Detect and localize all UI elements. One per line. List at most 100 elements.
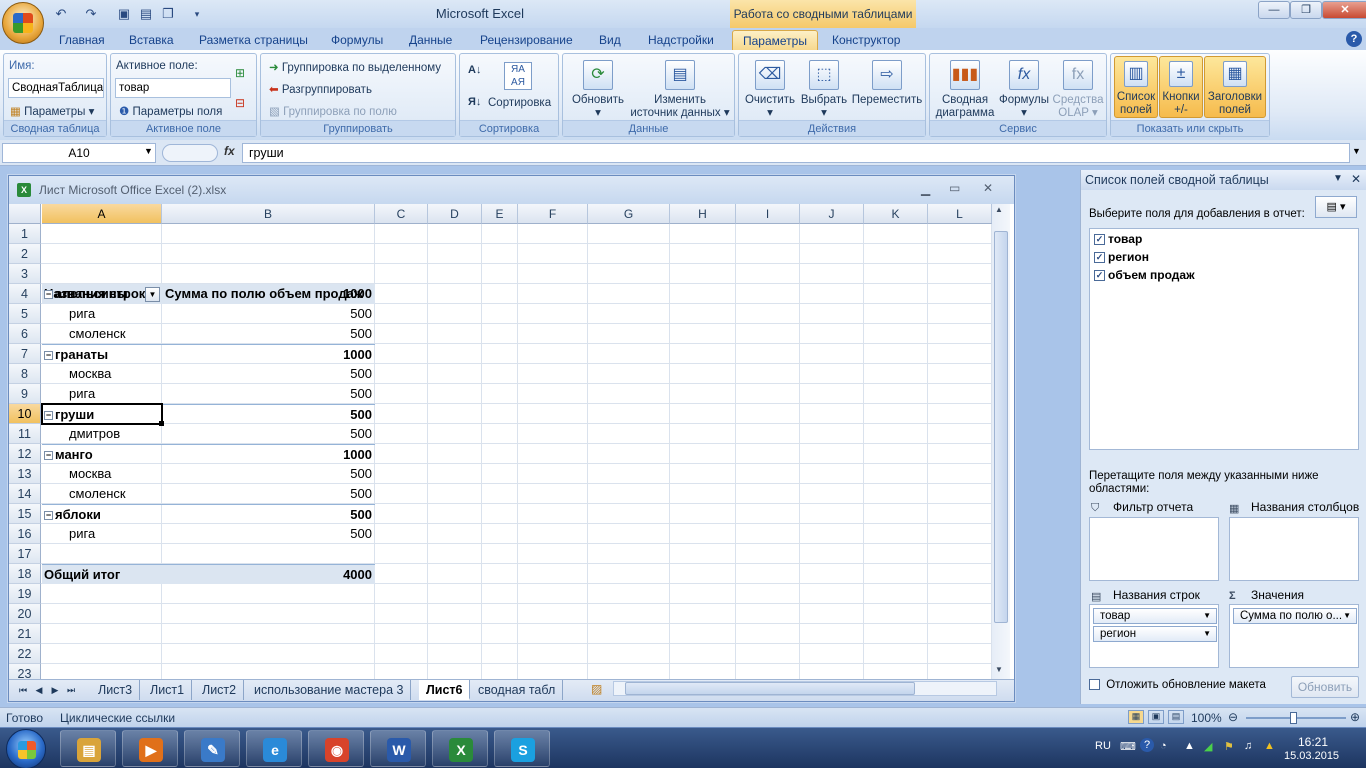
collapse-icon[interactable]: − bbox=[44, 451, 53, 461]
sort-za-icon[interactable]: Я↓ bbox=[468, 96, 481, 108]
collapse-icon[interactable]: − bbox=[44, 290, 53, 300]
defer-update-checkbox[interactable]: Отложить обновление макета bbox=[1089, 679, 1266, 691]
sort-button[interactable]: Сортировка bbox=[488, 97, 551, 109]
formula-input[interactable]: груши bbox=[242, 143, 1350, 163]
sheet-tab[interactable]: использование мастера 3 bbox=[247, 680, 412, 700]
row-header[interactable]: 4 bbox=[9, 284, 41, 304]
pivot-value-cell[interactable]: 500 bbox=[162, 464, 375, 484]
pivot-row-label[interactable]: москва bbox=[42, 464, 162, 484]
column-header[interactable]: L bbox=[928, 204, 992, 224]
pivot-value-cell[interactable]: 500 bbox=[162, 524, 375, 544]
zoom-out-icon[interactable]: ⊖ bbox=[1228, 710, 1238, 724]
fill-handle[interactable] bbox=[159, 421, 164, 426]
pivot-row-label[interactable]: рига bbox=[42, 384, 162, 404]
row-header[interactable]: 22 bbox=[9, 644, 41, 664]
collapse-field-icon[interactable]: ⊟ bbox=[235, 96, 245, 110]
pivot-row-label[interactable]: смоленск bbox=[42, 324, 162, 344]
row-header[interactable]: 7 bbox=[9, 344, 41, 364]
pivot-value-cell[interactable]: 500 bbox=[162, 384, 375, 404]
tab-data[interactable]: Данные bbox=[399, 30, 462, 50]
sheet-tab[interactable]: Лист3 bbox=[91, 680, 141, 700]
pivot-value-cell[interactable]: 500 bbox=[162, 304, 375, 324]
row-header[interactable]: 9 bbox=[9, 384, 41, 404]
buttons-toggle[interactable]: ± Кнопки +/- bbox=[1159, 56, 1203, 118]
expand-formula-icon[interactable]: ▼ bbox=[1352, 146, 1361, 156]
value-field-chip[interactable]: Сумма по полю о... ▼ bbox=[1233, 608, 1357, 624]
office-button[interactable] bbox=[2, 2, 44, 44]
report-filter-drop-zone[interactable] bbox=[1089, 517, 1219, 581]
tab-insert[interactable]: Вставка bbox=[119, 30, 184, 50]
keyboard-icon[interactable]: ⌨ bbox=[1120, 740, 1136, 753]
speaker-icon[interactable]: ♫ bbox=[1244, 740, 1252, 752]
worksheet-grid[interactable]: ABCDEFGHIJKL 1 2 3 4 5 6 7 8 9 10 11 12 13 14 15 16 17 18… bbox=[9, 204, 992, 679]
tab-home[interactable]: Главная bbox=[49, 30, 115, 50]
clock-time[interactable]: 16:21 bbox=[1298, 735, 1328, 749]
row-header[interactable]: 5 bbox=[9, 304, 41, 324]
drive-icon[interactable]: ▲ bbox=[1264, 740, 1275, 752]
pivot-row-label[interactable]: москва bbox=[42, 364, 162, 384]
pivot-row-label[interactable]: смоленск bbox=[42, 484, 162, 504]
tab-page-layout[interactable]: Разметка страницы bbox=[189, 30, 318, 50]
column-header[interactable]: H bbox=[670, 204, 736, 224]
pivot-value-cell[interactable]: 500 bbox=[162, 504, 375, 524]
tab-review[interactable]: Рецензирование bbox=[470, 30, 583, 50]
normal-view-icon[interactable]: ▦ bbox=[1128, 710, 1144, 724]
pivot-value-cell[interactable]: 500 bbox=[162, 424, 375, 444]
pivot-value-cell[interactable]: 500 bbox=[162, 364, 375, 384]
row-header[interactable]: 6 bbox=[9, 324, 41, 344]
row-labels-drop-zone[interactable]: товар ▼ регион ▼ bbox=[1089, 604, 1219, 668]
layout-options-button[interactable]: ▤ ▾ bbox=[1315, 196, 1357, 218]
column-header[interactable]: A bbox=[42, 204, 162, 224]
field-list-toggle[interactable]: ▥ Список полей bbox=[1114, 56, 1158, 118]
column-header[interactable]: D bbox=[428, 204, 482, 224]
status-circular-refs[interactable]: Циклические ссылки bbox=[60, 711, 175, 725]
column-header[interactable]: G bbox=[588, 204, 670, 224]
pivot-value-cell[interactable]: 1000 bbox=[162, 444, 375, 464]
tab-addins[interactable]: Надстройки bbox=[638, 30, 724, 50]
values-drop-zone[interactable]: Сумма по полю о... ▼ bbox=[1229, 604, 1359, 668]
row-header[interactable]: 3 bbox=[9, 264, 41, 284]
taskbar-chrome-button[interactable]: ◉ bbox=[308, 730, 364, 767]
pivot-row-label[interactable]: рига bbox=[42, 304, 162, 324]
expand-field-icon[interactable]: ⊞ bbox=[235, 66, 245, 80]
tab-options[interactable]: Параметры bbox=[732, 30, 818, 50]
wb-maximize-icon[interactable]: ▭ bbox=[949, 181, 960, 195]
column-header[interactable]: I bbox=[736, 204, 800, 224]
clock-date[interactable]: 15.03.2015 bbox=[1284, 750, 1339, 762]
page-break-view-icon[interactable]: ▤ bbox=[1168, 710, 1184, 724]
sheet-tab[interactable]: Лист2 bbox=[195, 680, 245, 700]
checkbox-icon[interactable]: ✓ bbox=[1094, 252, 1105, 264]
olap-button[interactable]: fx Средства OLAP ▾ bbox=[1050, 60, 1106, 120]
field-checkbox-row[interactable]: ✓ регион bbox=[1094, 248, 1149, 266]
row-header[interactable]: 13 bbox=[9, 464, 41, 484]
tab-design[interactable]: Конструктор bbox=[822, 30, 910, 50]
pivot-value-cell[interactable]: 500 bbox=[162, 484, 375, 504]
collapse-icon[interactable]: − bbox=[44, 511, 53, 521]
row-header[interactable]: 2 bbox=[9, 244, 41, 264]
column-header[interactable]: C bbox=[375, 204, 428, 224]
name-box-dropdown-icon[interactable]: ▼ bbox=[144, 146, 153, 156]
scroll-up-icon[interactable]: ▲ bbox=[995, 205, 1003, 214]
tray-expand-icon[interactable]: ▲ bbox=[1184, 740, 1195, 752]
row-header[interactable]: 8 bbox=[9, 364, 41, 384]
help-icon[interactable]: ? bbox=[1346, 31, 1362, 47]
row-header[interactable]: 23 bbox=[9, 664, 41, 679]
column-header[interactable]: F bbox=[518, 204, 588, 224]
first-sheet-icon[interactable]: ⏮ bbox=[17, 684, 29, 696]
collapse-icon[interactable]: − bbox=[44, 351, 53, 361]
row-header[interactable]: 17 bbox=[9, 544, 41, 564]
column-header[interactable]: B bbox=[162, 204, 375, 224]
sheet-tab[interactable]: сводная табл bbox=[471, 680, 564, 700]
checkbox-icon[interactable]: ✓ bbox=[1094, 234, 1105, 246]
pane-menu-icon[interactable]: ▼ bbox=[1333, 173, 1343, 184]
pivot-value-cell[interactable]: 500 bbox=[162, 324, 375, 344]
group-selection-button[interactable]: ➜ Группировка по выделенному bbox=[269, 60, 441, 74]
taskbar-explorer-button[interactable]: ▤ bbox=[60, 730, 116, 767]
flag-icon[interactable]: ⚑ bbox=[1224, 740, 1234, 753]
field-headers-toggle[interactable]: ▦ Заголовки полей bbox=[1204, 56, 1266, 118]
pivot-row-label[interactable]: − апельсины bbox=[42, 284, 162, 304]
row-header[interactable]: 14 bbox=[9, 484, 41, 504]
column-header[interactable]: J bbox=[800, 204, 864, 224]
sort-az-icon[interactable]: А↓ bbox=[468, 64, 481, 76]
group-field-button[interactable]: ▧ Группировка по полю bbox=[269, 104, 397, 118]
